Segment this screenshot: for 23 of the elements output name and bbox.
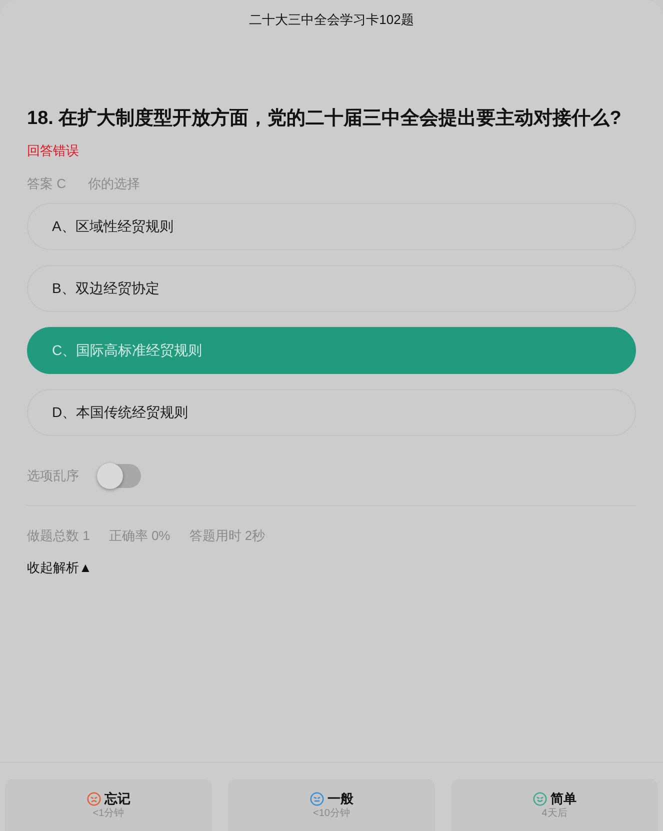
rating-label: 一般 <box>328 791 354 807</box>
option-button[interactable]: D、本国传统经贸规则 <box>27 389 636 436</box>
rating-interval: <10分钟 <box>313 807 350 820</box>
stat-text: 答题用时 2秒 <box>189 527 266 545</box>
collapse-analysis-link[interactable]: 收起解析▲ <box>27 558 92 578</box>
rating-button[interactable]: 一般 <10分钟 <box>228 779 435 831</box>
question-text: 18. 在扩大制度型开放方面，党的二十届三中全会提出要主动对接什么? <box>27 106 622 131</box>
rating-interval: <1分钟 <box>92 807 124 820</box>
stat-text: 正确率 0% <box>108 527 170 545</box>
rating-label: 简单 <box>550 791 576 807</box>
stat-text: 做题总数 1 <box>27 527 90 545</box>
shuffle-label: 选项乱序 <box>27 467 79 485</box>
option-button[interactable]: B、双边经贸协定 <box>27 265 636 312</box>
rating-button[interactable]: 忘记 <1分钟 <box>5 779 212 831</box>
result-text: 回答错误 <box>27 143 79 158</box>
answer-text: 答案 C <box>27 175 66 193</box>
page-title: 二十大三中全会学习卡102题 <box>249 11 414 29</box>
rating-button[interactable]: 简单 4天后 <box>451 779 658 831</box>
rating-label: 忘记 <box>104 791 130 807</box>
your-choice-text: 你的选择 <box>88 175 140 193</box>
shuffle-toggle[interactable] <box>97 464 141 488</box>
option-button[interactable]: A、区域性经贸规则 <box>27 203 636 250</box>
rating-interval: 4天后 <box>542 807 568 820</box>
